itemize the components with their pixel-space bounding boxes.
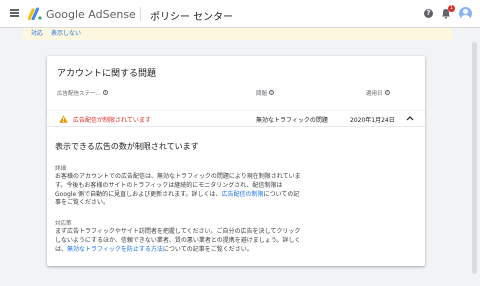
limited-serving-link[interactable]: 広告配信の制限 <box>221 191 263 198</box>
scrollbar[interactable] <box>472 42 477 274</box>
column-header-issue[interactable]: 問題 ? <box>256 88 275 97</box>
avatar[interactable] <box>459 7 472 20</box>
issue-detail-panel: 広告配信が制限されています 無効なトラフィックの問題 2020年1月24日 表示… <box>47 111 425 266</box>
chevron-up-icon[interactable] <box>406 115 414 121</box>
details-paragraph: お客様のアカウントでの広告配信は、無効なトラフィックの問題により現在制限されてい… <box>55 173 301 207</box>
notification-badge: 1 <box>448 5 455 12</box>
header-divider <box>140 7 141 21</box>
details-label: 詳細 <box>55 166 67 172</box>
card-title: アカウントに関する問題 <box>57 69 157 79</box>
date-text: 2020年1月24日 <box>350 117 395 124</box>
help-icon[interactable]: ? <box>424 9 433 18</box>
prevent-invalid-traffic-link[interactable]: 無効なトラフィックを防止する方法 <box>67 246 163 253</box>
warning-icon <box>59 115 68 123</box>
help-circle-icon[interactable]: ? <box>384 90 390 95</box>
action-label: 対応策 <box>55 221 72 227</box>
account-issues-card: アカウントに関する問題 広告配信ステー... ? 問題 ? 適用日 ? <box>47 56 425 113</box>
help-circle-icon[interactable]: ? <box>269 90 275 95</box>
brand-name: Google AdSense <box>46 8 136 21</box>
detail-title: 表示できる広告の数が制限されています <box>55 142 199 151</box>
help-circle-icon[interactable]: ? <box>102 90 108 95</box>
issue-text: 無効なトラフィックの問題 <box>256 117 328 124</box>
adsense-logo-icon <box>28 7 42 20</box>
menu-icon[interactable] <box>10 9 19 17</box>
status-text: 広告配信が制限されています <box>73 117 151 124</box>
action-paragraph: まず広告トラフィックやサイト訪問者を把握してください。ご自分の広告を決してクリッ… <box>55 228 301 253</box>
banner-action-link[interactable]: 対応 <box>31 28 43 37</box>
page-title: ポリシー センター <box>150 12 234 23</box>
column-header-status[interactable]: 広告配信ステー... ? <box>57 88 108 97</box>
notice-banner: 対応 表示しない <box>23 28 452 40</box>
issue-row[interactable]: 広告配信が制限されています 無効なトラフィックの問題 2020年1月24日 <box>47 111 425 127</box>
column-header-date[interactable]: 適用日 ? <box>366 88 390 97</box>
app-bar: Google AdSense ポリシー センター ? 1 <box>0 0 480 28</box>
banner-dismiss-link[interactable]: 表示しない <box>51 28 81 37</box>
